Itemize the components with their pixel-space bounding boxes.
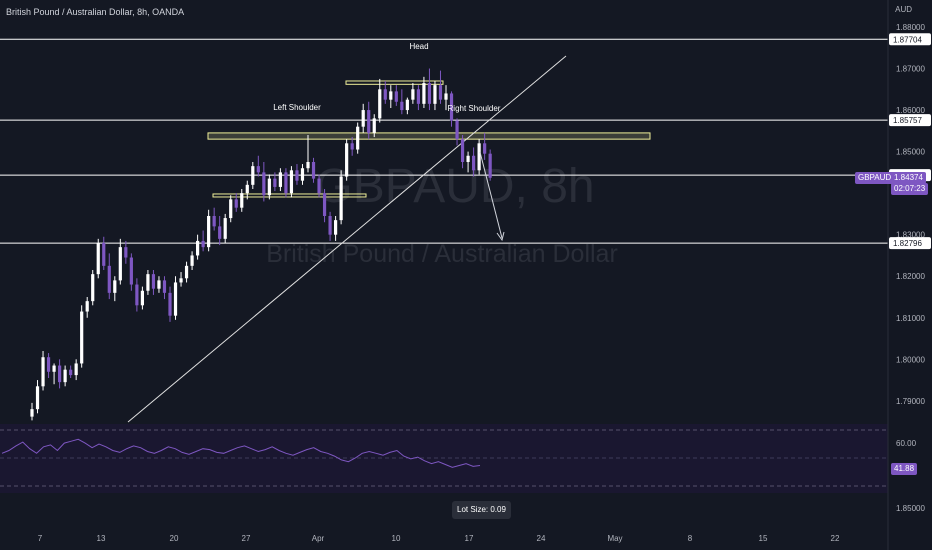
candle xyxy=(488,149,492,181)
price-tick: 1.80000 xyxy=(896,355,925,364)
symbol-tag: GBPAUD xyxy=(855,172,895,184)
price-tick: 1.87000 xyxy=(896,65,925,74)
candle xyxy=(223,213,227,243)
time-tick: 7 xyxy=(38,534,43,543)
candle xyxy=(339,170,343,225)
candle xyxy=(345,139,349,181)
level-label-3: 1.82796 xyxy=(893,239,922,248)
candle xyxy=(80,305,84,368)
level-label-0: 1.87704 xyxy=(893,35,922,44)
time-tick: 10 xyxy=(392,534,401,543)
time-tick: Apr xyxy=(312,534,325,543)
rsi-value-tag: 41.88 xyxy=(891,463,918,475)
candle xyxy=(96,238,100,279)
time-tick: 15 xyxy=(759,534,768,543)
time-tick: 27 xyxy=(242,534,251,543)
currency-label: AUD xyxy=(895,5,912,14)
time-tick: 13 xyxy=(97,534,106,543)
price-tick: 1.86000 xyxy=(896,106,925,115)
time-tick: May xyxy=(607,534,622,543)
price-tick: 1.85000 xyxy=(896,148,925,157)
candle xyxy=(356,122,360,154)
time-tick: 8 xyxy=(688,534,693,543)
lot-size-badge: Lot Size: 0.09 xyxy=(452,501,511,519)
rsi-tick-label: 60.00 xyxy=(896,439,917,448)
time-tick: 17 xyxy=(465,534,474,543)
rsi-pane xyxy=(0,424,888,493)
time-tick: 22 xyxy=(831,534,840,543)
price-tick: 1.81000 xyxy=(896,314,925,323)
chart-title: British Pound / Australian Dollar, 8h, O… xyxy=(6,7,185,17)
level-label-1: 1.85757 xyxy=(893,116,922,125)
watermark-symbol: GBPAUD, 8h xyxy=(315,160,594,213)
candle xyxy=(289,166,294,198)
watermark-name: British Pound / Australian Dollar xyxy=(266,240,618,268)
countdown-tag: 02:07:23 xyxy=(891,183,929,195)
price-tick: 1.82000 xyxy=(896,272,925,281)
zone-0 xyxy=(207,132,651,140)
candle xyxy=(477,139,481,175)
price-tick: 1.79000 xyxy=(896,397,925,406)
time-tick: 20 xyxy=(170,534,179,543)
label-head: Head xyxy=(409,42,428,51)
candle xyxy=(284,168,288,198)
rsi-background xyxy=(0,424,888,493)
price-chart[interactable]: GBPAUD, 8h British Pound / Australian Do… xyxy=(0,0,932,550)
time-tick: 24 xyxy=(537,534,546,543)
candle xyxy=(91,269,95,306)
label-right-shoulder: Right Shoulder xyxy=(448,104,501,113)
candle xyxy=(207,209,211,252)
candle xyxy=(173,276,178,320)
label-left-shoulder: Left Shoulder xyxy=(273,103,321,112)
price-tick: 1.88000 xyxy=(896,23,925,32)
lower-axis-label: 1.85000 xyxy=(896,504,925,513)
